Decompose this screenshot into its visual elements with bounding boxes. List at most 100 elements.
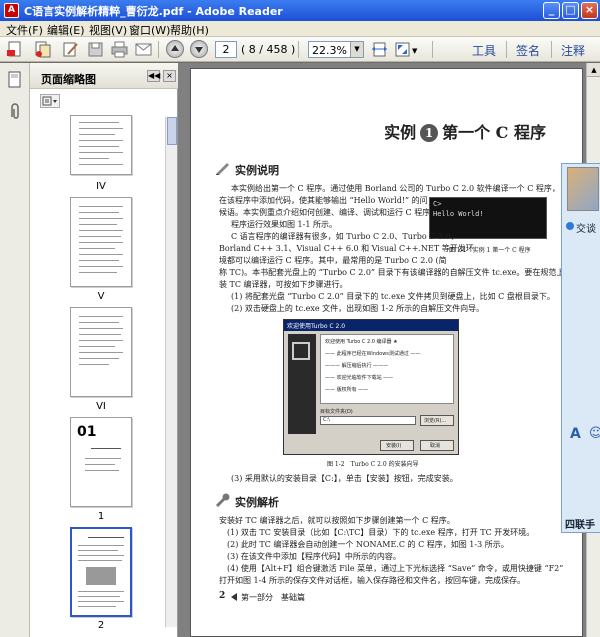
paragraph-line: 安装好 TC 编译器之后，就可以按照如下步骤创建第一个 C 程序。	[219, 516, 455, 525]
next-page-button[interactable]	[190, 40, 208, 58]
create-pdf-icon[interactable]	[5, 40, 24, 59]
menu-file[interactable]: 文件(F)	[6, 22, 43, 38]
window-title: C语言实例解析精粹_曹衍龙.pdf - Adobe Reader	[24, 5, 283, 18]
navigation-strip	[0, 63, 30, 637]
fit-width-icon[interactable]	[370, 40, 389, 59]
close-panel-icon[interactable]: ×	[163, 70, 176, 82]
section-heading: 实例解析	[235, 496, 279, 509]
thumbnails-panel-header: 页面缩略图 ◀◀ ×	[30, 63, 178, 89]
wrench-icon	[215, 493, 231, 510]
minimize-button[interactable]: _	[543, 2, 560, 19]
paragraph-line: (2) 此时 TC 编译器会自动创建一个 NONAME.C 的 C 程序，如图 …	[227, 540, 509, 549]
page-thumbnail-selected[interactable]	[70, 527, 132, 617]
page-thumbnail[interactable]: 01	[70, 417, 132, 507]
toolbar-separator	[551, 41, 552, 58]
dialog-folder-label: 目标文件夹(D)	[320, 409, 353, 415]
page-count: ( 8 / 458 )	[241, 43, 296, 56]
chat-panel: 交谈 A ☺ 四联手	[561, 163, 600, 533]
paragraph-line: (2) 双击硬盘上的 tc.exe 文件，出现如图 1-2 所示的自解压文件向导…	[231, 304, 485, 313]
console-line: Hello World!	[433, 210, 484, 218]
paragraph-line: 候语。本实例重点介绍如何创建、编译、调试和运行 C 程序。	[219, 208, 439, 217]
paragraph-line: 装 TC 编译器，可按如下步骤进行。	[219, 280, 348, 289]
maximize-button[interactable]: □	[562, 2, 579, 19]
chat-bottom-label: 四联手	[565, 520, 595, 531]
chevron-down-icon[interactable]: ▼	[412, 47, 417, 55]
menu-edit[interactable]: 编辑(E)	[47, 22, 85, 38]
menu-bar: 文件(F) 编辑(E) 视图(V) 窗口(W) 帮助(H)	[0, 21, 600, 37]
tools-link[interactable]: 工具	[472, 42, 496, 59]
dialog-titlebar: 欢迎使用Turbo C 2.0	[284, 320, 458, 331]
thumbnail-label: IV	[96, 181, 106, 192]
thumbnail-options-icon[interactable]	[40, 94, 60, 108]
zoom-select[interactable]: 22.3% ▼	[308, 41, 364, 58]
chat-invite-link[interactable]: 交谈	[576, 220, 596, 235]
edit-pdf-icon[interactable]	[61, 40, 80, 59]
section-heading: 实例说明	[235, 164, 279, 177]
chapter-title: 第一个 C 程序	[442, 123, 546, 142]
chapter-label: 实例	[384, 123, 417, 142]
paragraph-line: 程序运行效果如图 1-1 所示。	[231, 220, 337, 229]
dialog-folder-value: C:\	[323, 417, 330, 423]
dialog-message-line: ——— 解压缩后执行 ———	[325, 363, 389, 369]
dialog-folder-field: C:\	[320, 416, 416, 425]
email-icon[interactable]	[134, 40, 153, 59]
paragraph-line: Borland C++ 3.1、Visual C++ 6.0 和 Visual …	[219, 244, 474, 253]
dialog-title: 欢迎使用Turbo C 2.0	[287, 323, 346, 330]
paragraph-line: (3) 在该文件中添加【程序代码】中所示的内容。	[227, 552, 401, 561]
paragraph-line: 境都可以编译运行 C 程序。其中，最常用的是 Turbo C 2.0 (简	[219, 256, 447, 265]
paragraph-line: 称 TC)。本书配套光盘上的 “Turbo C 2.0” 目录下有该编译器的自解…	[219, 268, 573, 277]
chevron-down-icon[interactable]: ▼	[350, 42, 363, 57]
page-thumbnail[interactable]	[70, 307, 132, 397]
dialog-message-line: —— 此程序已经在Windows测试通过 ——	[325, 351, 421, 357]
full-screen-icon[interactable]	[393, 40, 412, 59]
toolbar-separator	[158, 41, 159, 58]
dialog-message-box: 欢迎使用 Turbo C 2.0 编译器 ★ —— 此程序已经在Windows测…	[320, 334, 454, 404]
paragraph-line: 打开如图 1-4 所示的保存文件对话框，输入保存路径和文件名，按回车键，完成保存…	[219, 576, 525, 585]
smiley-icon[interactable]: ☺	[589, 426, 600, 441]
toolbar-separator	[298, 41, 299, 58]
thumbnail-label: 2	[97, 620, 105, 631]
toolbar-separator	[506, 41, 507, 58]
dialog-browse-button: 浏览(R)...	[420, 415, 454, 426]
save-icon[interactable]	[86, 40, 105, 59]
dialog-message-line: —— 欢迎光临软件下载站 ——	[325, 375, 394, 381]
page-number: 2	[219, 591, 226, 601]
adobe-reader-icon[interactable]: A	[4, 3, 19, 18]
thumbnails-panel-title: 页面缩略图	[41, 73, 96, 86]
dialog-browse-label: 浏览(R)...	[424, 418, 447, 424]
menu-help[interactable]: 帮助(H)	[170, 22, 209, 38]
page-thumbnail[interactable]	[70, 115, 132, 175]
collapse-panel-icon[interactable]: ◀◀	[147, 70, 160, 82]
previous-page-button[interactable]	[166, 40, 184, 58]
close-button[interactable]: ×	[581, 2, 598, 19]
font-icon[interactable]: A	[570, 426, 581, 442]
menu-view[interactable]: 视图(V)	[89, 22, 127, 38]
paragraph-line: (1) 将配套光盘 “Turbo C 2.0” 目录下的 tc.exe 文件拷贝…	[231, 292, 555, 301]
footer-arrow-icon	[231, 593, 237, 601]
menu-window[interactable]: 窗口(W)	[129, 22, 170, 38]
info-icon	[566, 222, 574, 230]
scroll-up-icon[interactable]: ▲	[587, 63, 600, 77]
paragraph-line: 在该程序中添加代码，使其能够输出 “Hello World!” 的问	[219, 196, 428, 205]
figure-install-dialog: 欢迎使用Turbo C 2.0 欢迎使用 Turbo C 2.0 编译器 ★ —…	[283, 319, 459, 455]
page-thumbnail[interactable]	[70, 197, 132, 287]
paragraph-line: (4) 使用【Alt+F】组合键激活 File 菜单，通过上下光标选择 “Sav…	[227, 564, 564, 573]
combine-files-icon[interactable]	[33, 40, 52, 59]
sign-link[interactable]: 签名	[516, 42, 540, 59]
page-number-input[interactable]	[215, 41, 237, 58]
dialog-cancel-label: 取消	[430, 443, 441, 449]
paragraph-line: (1) 双击 TC 安装目录（比如【C:\TC】目录）下的 tc.exe 程序，…	[227, 528, 535, 537]
chapter-heading: 实例 1 第一个 C 程序	[384, 119, 546, 143]
print-icon[interactable]	[110, 40, 129, 59]
scroll-thumb[interactable]	[167, 117, 177, 145]
footer-text: 第一部分 基础篇	[241, 593, 305, 602]
thumbnails-panel: 页面缩略图 ◀◀ × IV V VI 01 1 2	[30, 63, 178, 637]
page-thumbnails-icon[interactable]	[7, 71, 23, 92]
comment-link[interactable]: 注释	[561, 42, 585, 59]
paragraph-line: 本实例给出第一个 C 程序。通过使用 Borland 公司的 Turbo C 2…	[231, 184, 560, 193]
pencil-icon	[215, 161, 231, 178]
thumbnails-scrollbar[interactable]	[165, 117, 177, 627]
paragraph-line: C 语言程序的编译器有很多，如 Turbo C 2.0、Turbo C 3.0、	[231, 232, 459, 241]
avatar[interactable]	[567, 167, 599, 211]
attachments-icon[interactable]	[8, 103, 22, 124]
